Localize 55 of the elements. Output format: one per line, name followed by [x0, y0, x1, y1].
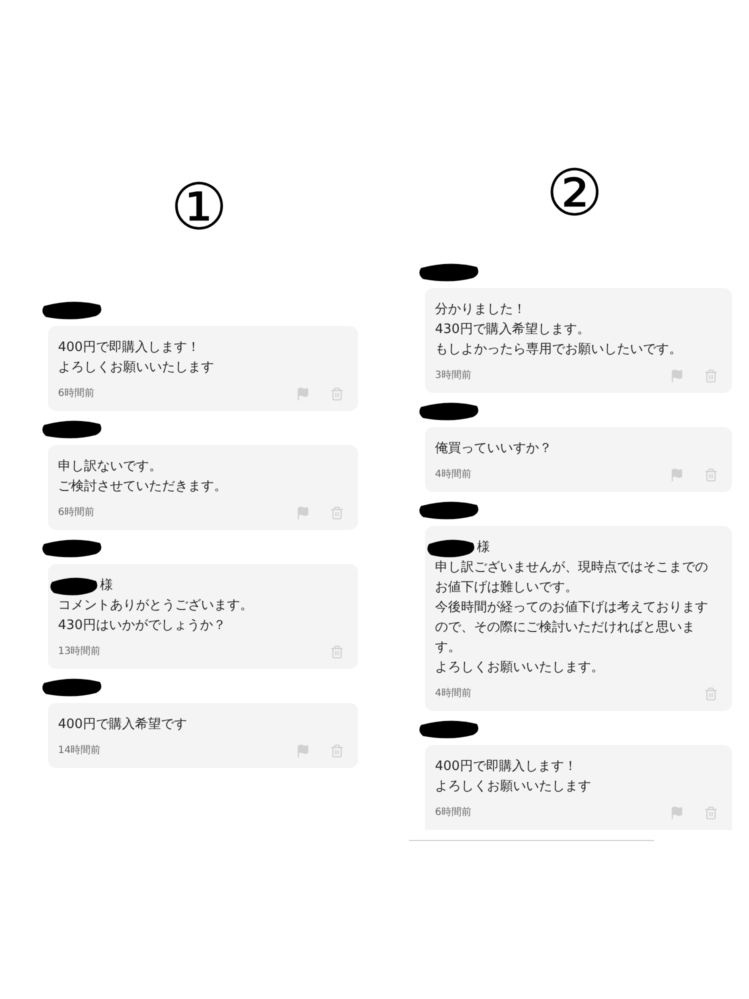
comment-line: お値下げは難しいです。: [435, 579, 579, 597]
timestamp: 14時間前: [58, 744, 102, 758]
comment-line: 400円で即購入します！: [435, 758, 578, 776]
redaction-mark: [50, 576, 100, 596]
comment-line: もしよかったら専用でお願いしたいです。: [435, 341, 683, 359]
trash-icon[interactable]: [704, 806, 718, 820]
trash-icon[interactable]: [704, 368, 718, 382]
trash-icon[interactable]: [704, 686, 718, 700]
flag-icon[interactable]: [296, 506, 310, 520]
trash-icon[interactable]: [330, 386, 344, 400]
flag-icon[interactable]: [296, 386, 310, 400]
comment-line: よろしくお願いいたします: [435, 778, 592, 796]
timestamp: 4時間前: [435, 468, 472, 482]
timestamp: 4時間前: [435, 686, 472, 701]
trash-icon[interactable]: [704, 468, 718, 482]
comment-line: 430円はいかがでしょうか？: [58, 617, 227, 635]
panel-number: ②: [546, 162, 604, 226]
trash-icon[interactable]: [330, 506, 344, 520]
redaction-mark: [427, 538, 477, 558]
redaction-mark: [42, 538, 104, 558]
comment-line: 430円で購入希望します。: [435, 321, 591, 339]
trash-icon[interactable]: [330, 644, 344, 658]
comment-line: 今後時間が経ってのお値下げは考えております: [435, 599, 709, 617]
redaction-mark: [42, 300, 104, 320]
redaction-mark: [419, 500, 481, 520]
redaction-mark: [419, 401, 481, 421]
comment-line: 400円で即購入します！: [58, 339, 201, 357]
comment-line: ので、その際にご検討いただければと思いま: [435, 619, 696, 637]
comment-line: 申し訳ございませんが、現時点ではそこまでの: [435, 559, 709, 577]
timestamp: 6時間前: [58, 386, 96, 401]
salutation: 様: [477, 539, 490, 557]
comment-line: 400円で購入希望です: [58, 716, 188, 734]
comment-line: コメントありがとうございます。: [58, 597, 254, 615]
comment-line: よろしくお願いいたします: [58, 359, 215, 377]
redaction-mark: [42, 677, 104, 697]
comment-line: ご検討させていただきます。: [58, 478, 228, 496]
comment-line: す。: [435, 639, 462, 657]
flag-icon[interactable]: [670, 368, 684, 382]
flag-icon[interactable]: [670, 468, 684, 482]
flag-icon[interactable]: [296, 744, 310, 758]
redaction-mark: [42, 419, 104, 439]
trash-icon[interactable]: [330, 744, 344, 758]
redaction-mark: [419, 719, 481, 739]
flag-icon[interactable]: [670, 806, 684, 820]
timestamp: 6時間前: [435, 806, 472, 820]
salutation: 様: [100, 577, 113, 595]
panel-number: ①: [170, 176, 228, 240]
comment-line: 俺買っていいすか？: [435, 440, 553, 458]
comment-line: 申し訳ないです。: [58, 458, 163, 476]
redaction-mark: [419, 262, 481, 282]
timestamp: 3時間前: [435, 368, 472, 383]
comment-line: 分かりました！: [435, 301, 527, 319]
timestamp: 13時間前: [58, 644, 102, 659]
comment-line: よろしくお願いいたします。: [435, 659, 605, 677]
timestamp: 6時間前: [58, 506, 96, 520]
